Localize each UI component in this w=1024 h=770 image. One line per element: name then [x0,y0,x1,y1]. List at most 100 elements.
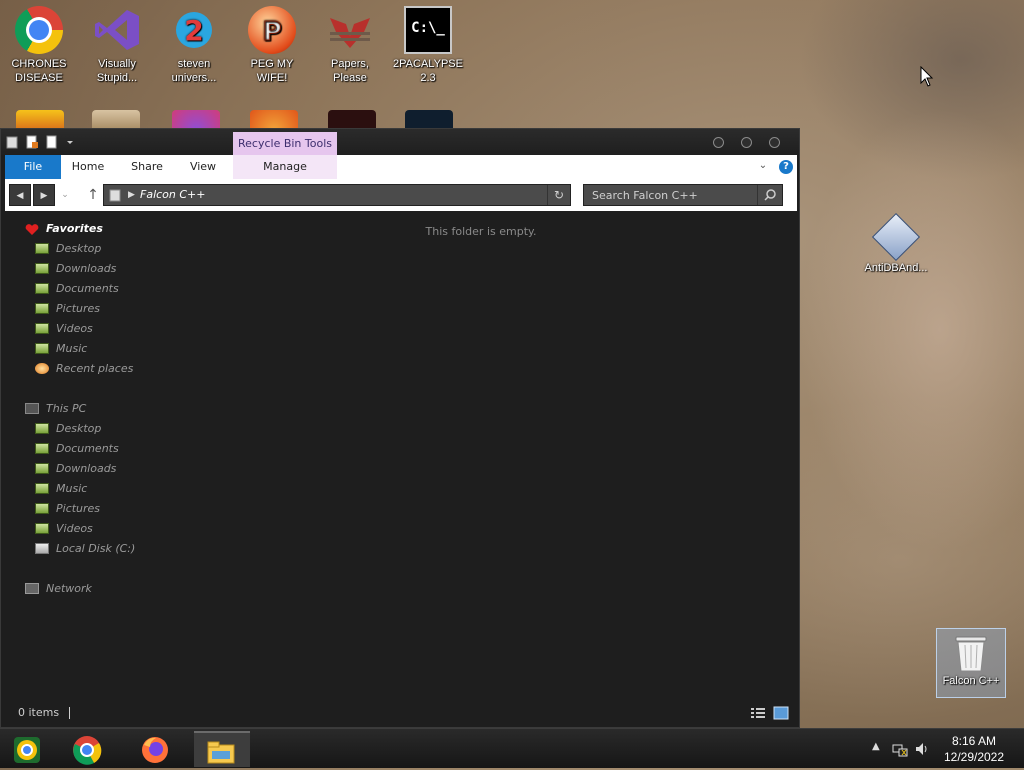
tab-manage[interactable]: Manage [255,155,315,179]
desktop-icon-label: CHRONES DISEASE [11,58,67,84]
breadcrumb-current[interactable]: Falcon C++ [140,185,205,205]
back-button[interactable]: ◀ [9,184,31,206]
nav-item-local-disk[interactable]: Local Disk (C:) [35,539,135,559]
desktop-icon-label: Falcon C++ [942,675,1000,687]
nav-item-videos[interactable]: Videos [35,319,93,339]
nav-favorites-label: Favorites [46,222,103,235]
ribbon-expand-chevron-icon[interactable]: ⌄ [757,160,769,172]
nav-item-pc-desktop[interactable]: Desktop [35,419,101,439]
nav-item-pc-documents[interactable]: Documents [35,439,119,459]
nav-favorites[interactable]: Favorites [25,219,103,239]
new-folder-icon[interactable] [45,135,59,149]
recent-locations-chevron-icon[interactable]: ⌄ [57,184,73,206]
drive-icon [35,542,49,554]
desktop-icon-label: 2PACALYPSE 2.3 [393,58,463,84]
nav-item-documents[interactable]: Documents [35,279,119,299]
volume-icon[interactable] [914,741,930,757]
properties-icon[interactable] [25,135,39,149]
chevron-down-icon[interactable] [63,135,77,149]
taskbar-firefox[interactable] [128,731,184,767]
nav-network[interactable]: Network [25,579,92,599]
context-tab-recycle-bin-tools[interactable]: Recycle Bin Tools [233,132,337,155]
desktop-folder-icon [35,242,49,254]
search-input[interactable] [584,185,756,205]
taskbar-chrome-canary[interactable] [0,731,56,767]
svg-text:2: 2 [184,14,203,47]
desktop-icon-partial[interactable] [405,110,453,130]
nav-item-music[interactable]: Music [35,339,87,359]
taskbar-chrome[interactable] [60,731,116,767]
search-icon[interactable] [757,185,782,205]
close-button[interactable] [769,137,780,148]
nav-item-desktop[interactable]: Desktop [35,239,101,259]
desktop-icon-partial[interactable] [328,110,376,130]
desktop-icon-visual-studio[interactable]: Visually Stupid... [81,6,153,85]
clock[interactable]: 8:16 AM 12/29/2022 [936,733,1012,765]
tab-home[interactable]: Home [67,155,109,179]
recycle-bin-small-icon [109,189,121,202]
navigation-pane: Favorites Desktop Downloads Documents Pi… [1,211,161,707]
taskbar-file-explorer[interactable] [194,731,250,767]
help-icon[interactable]: ? [779,160,793,174]
forward-button[interactable]: ▶ [33,184,55,206]
desktop-icon-peggle[interactable]: P PEG MY WIFE! [236,6,308,85]
command-prompt-icon: C:\_ [404,6,452,54]
nav-item-pc-videos[interactable]: Videos [35,519,93,539]
videos-folder-icon [35,322,49,334]
nav-this-pc[interactable]: This PC [25,399,86,419]
title-bar[interactable]: Recycle Bin Tools [1,129,799,155]
refresh-button[interactable]: ↻ [547,185,570,205]
desktop-icon-partial[interactable] [92,110,140,130]
maximize-button[interactable] [741,137,752,148]
nav-this-pc-label: This PC [46,402,87,415]
pictures-folder-icon [35,302,49,314]
ribbon-tabs: File Home Share View Manage ⌄ ? [5,155,797,179]
desktop-icon-partial[interactable] [16,110,64,130]
svg-text:P: P [262,17,281,47]
address-bar[interactable]: ▶ Falcon C++ ↻ [103,184,571,206]
nav-network-label: Network [46,582,92,595]
desktop-icon-chrones-disease[interactable]: CHRONES DISEASE [3,6,75,85]
nav-item-pc-pictures[interactable]: Pictures [35,499,100,519]
up-arrow-icon[interactable]: ↑ [85,185,101,205]
desktop-icon-2pacalypse[interactable]: C:\_ 2PACALYPSE 2.3 [392,6,464,85]
desktop-folder-icon [35,422,49,434]
desktop-icon-label: PEG MY WIFE! [250,58,294,84]
tab-file[interactable]: File [5,155,61,179]
videos-folder-icon [35,522,49,534]
desktop-icon-partial[interactable] [172,110,220,130]
mouse-cursor-icon [920,66,934,87]
firefox-icon [140,735,170,765]
nav-item-downloads[interactable]: Downloads [35,259,116,279]
search-box[interactable] [583,184,783,206]
nav-item-pc-music[interactable]: Music [35,479,87,499]
nav-item-label: Music [56,342,88,355]
desktop-icon-recycle-bin[interactable]: Falcon C++ [936,628,1006,698]
navigation-bar: ◀ ▶ ⌄ ↑ ▶ Falcon C++ ↻ [5,179,797,211]
downloads-folder-icon [35,462,49,474]
desktop-icon-partial[interactable] [250,110,298,130]
documents-folder-icon [35,282,49,294]
large-icons-view-icon[interactable] [773,706,789,720]
explorer-window: Recycle Bin Tools File Home Share View M… [0,128,800,728]
nav-item-label: Desktop [56,422,102,435]
show-hidden-icons-chevron-icon[interactable]: ▲ [872,741,880,752]
downloads-folder-icon [35,262,49,274]
breadcrumb-chevron-icon[interactable]: ▶ [128,185,135,205]
tab-view[interactable]: View [185,155,221,179]
heart-icon [25,223,39,235]
desktop-icon-label: steven univers... [171,58,217,84]
tab-share[interactable]: Share [125,155,169,179]
music-folder-icon [35,482,49,494]
minimize-button[interactable] [713,137,724,148]
network-status-icon[interactable] [892,741,908,757]
clock-date: 12/29/2022 [943,750,1005,764]
desktop-icon-steven-universe[interactable]: 2 steven univers... [158,6,230,85]
details-view-icon[interactable] [750,706,766,720]
nav-item-pictures[interactable]: Pictures [35,299,100,319]
nav-item-recent-places[interactable]: Recent places [35,359,133,379]
nav-item-pc-downloads[interactable]: Downloads [35,459,116,479]
desktop-icon-antidb[interactable]: AntiDBAnd... [860,212,932,274]
status-bar: 0 items [1,701,799,727]
desktop-icon-papers-please[interactable]: Papers, Please [314,6,386,85]
